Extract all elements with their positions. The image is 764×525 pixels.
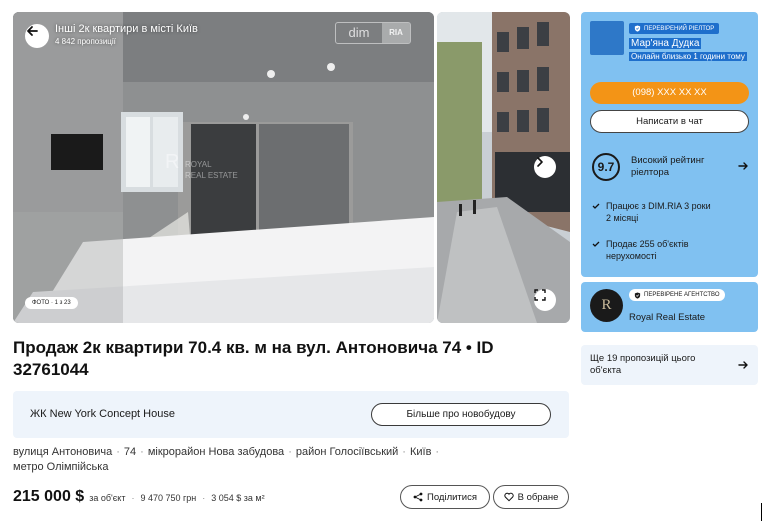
- shield-check-icon: [634, 25, 641, 32]
- watermark-r: R: [165, 151, 180, 173]
- price-uah: 9 470 750 грн: [140, 493, 197, 503]
- watermark-ria: RIA: [382, 23, 410, 43]
- agency-logo: R: [590, 289, 623, 322]
- agent-card: ПЕРЕВІРЕНИЙ РІЕЛТОР Мар'яна Дудка Онлайн…: [581, 12, 758, 277]
- rating-label[interactable]: Високий рейтинг ріелтора: [631, 155, 726, 179]
- address: вулиця Антоновича · 74 · мікрорайон Нова заб…: [13, 445, 493, 475]
- back-button[interactable]: [25, 24, 49, 48]
- verified-agency-badge: ПЕРЕВІРЕНЕ АГЕНТСТВО: [629, 289, 725, 301]
- favorite-button[interactable]: В обране: [493, 485, 569, 509]
- dim-ria-watermark: dim RIA: [335, 22, 411, 44]
- fullscreen-button[interactable]: [534, 289, 556, 311]
- address-house[interactable]: 74: [124, 446, 136, 458]
- text-cursor: [761, 503, 762, 521]
- main-photo[interactable]: Інші 2к квартири в місті Київ 4 842 проп…: [13, 12, 434, 323]
- more-offers-link[interactable]: Ще 19 пропозицій цього об'єкта: [581, 345, 758, 385]
- agent-name[interactable]: Мар'яна Дудка: [629, 38, 702, 49]
- fact-experience-text: Працює з DIM.RIA 3 роки 2 місяці: [606, 201, 711, 223]
- price-usd: 215 000 $: [13, 488, 85, 505]
- rating-score: 9.7: [592, 153, 620, 181]
- agency-card[interactable]: R ПЕРЕВІРЕНЕ АГЕНТСТВО Royal Real Estate: [581, 282, 758, 332]
- complex-name[interactable]: ЖК New York Concept House: [30, 408, 175, 420]
- secondary-photo[interactable]: [437, 12, 570, 323]
- agent-fact-experience: Працює з DIM.RIA 3 роки 2 місяці: [592, 200, 712, 224]
- complex-details-button[interactable]: Більше про новобудову: [371, 403, 551, 426]
- address-separator: ·: [116, 446, 120, 458]
- agency-watermark: R ROYAL REAL ESTATE: [165, 152, 238, 181]
- address-separator: ·: [288, 446, 292, 458]
- agent-online-status: Онлайн близько 1 години тому: [629, 52, 747, 61]
- watermark-line2: REAL ESTATE: [185, 171, 238, 180]
- expand-icon: [534, 289, 546, 301]
- avatar[interactable]: [590, 21, 624, 55]
- address-separator: ·: [402, 446, 406, 458]
- price-separator: ·: [131, 493, 135, 503]
- fact-listings-text: Продає 255 об'єктів нерухомості: [606, 239, 689, 261]
- more-offers-text: Ще 19 пропозицій цього об'єкта: [590, 353, 696, 376]
- verified-realtor-badge: ПЕРЕВІРЕНИЙ РІЕЛТОР: [629, 23, 720, 34]
- watermark-line1: ROYAL: [185, 160, 212, 169]
- address-district[interactable]: район Голосіївський: [296, 446, 398, 458]
- residential-complex-banner: ЖК New York Concept House Більше про нов…: [13, 391, 569, 438]
- agency-name[interactable]: Royal Real Estate: [629, 312, 705, 323]
- listing-title: Продаж 2к квартири 70.4 кв. м на вул. Ан…: [13, 338, 494, 379]
- arrow-right-icon: [738, 361, 748, 369]
- price-unit: за об'єкт: [89, 493, 126, 503]
- agent-fact-listings: Продає 255 об'єктів нерухомості: [592, 238, 722, 262]
- check-icon: [592, 203, 600, 209]
- price-separator: ·: [202, 493, 206, 503]
- next-photo-button[interactable]: [534, 156, 556, 178]
- share-button[interactable]: Поділитися: [400, 485, 490, 509]
- address-city[interactable]: Київ: [410, 446, 431, 458]
- similar-listings-count: 4 842 пропозиції: [55, 37, 116, 46]
- price-per-sqm: 3 054 $ за м²: [211, 493, 265, 503]
- photo-gallery[interactable]: Інші 2к квартири в місті Київ 4 842 проп…: [13, 12, 570, 323]
- heart-icon: [503, 492, 514, 502]
- similar-listings-link[interactable]: Інші 2к квартири в місті Київ: [55, 23, 198, 35]
- arrow-left-icon: [27, 26, 38, 36]
- chat-button[interactable]: Написати в чат: [590, 110, 749, 133]
- shield-check-icon: [634, 291, 641, 299]
- address-separator: ·: [435, 446, 440, 458]
- address-microdistrict[interactable]: мікрорайон Нова забудова: [148, 446, 284, 458]
- photo-counter: ФОТО · 1 з 23: [25, 297, 78, 309]
- share-label: Поділитися: [427, 491, 477, 503]
- price-row: 215 000 $ за об'єкт · 9 470 750 грн · 3 …: [13, 488, 265, 506]
- show-phone-button[interactable]: (098) XXX XX XX: [590, 82, 749, 104]
- agency-badge-label: ПЕРЕВІРЕНЕ АГЕНТСТВО: [644, 292, 720, 298]
- verified-badge-label: ПЕРЕВІРЕНИЙ РІЕЛТОР: [644, 25, 715, 32]
- arrow-right-icon[interactable]: [737, 160, 749, 172]
- favorite-label: В обране: [517, 491, 559, 503]
- address-metro[interactable]: метро Олімпійська: [13, 461, 108, 473]
- check-icon: [592, 241, 600, 247]
- address-separator: ·: [140, 446, 144, 458]
- watermark-dim: dim: [348, 25, 370, 40]
- address-street[interactable]: вулиця Антоновича: [13, 446, 112, 458]
- chevron-right-icon: [537, 157, 543, 167]
- share-icon: [413, 492, 423, 502]
